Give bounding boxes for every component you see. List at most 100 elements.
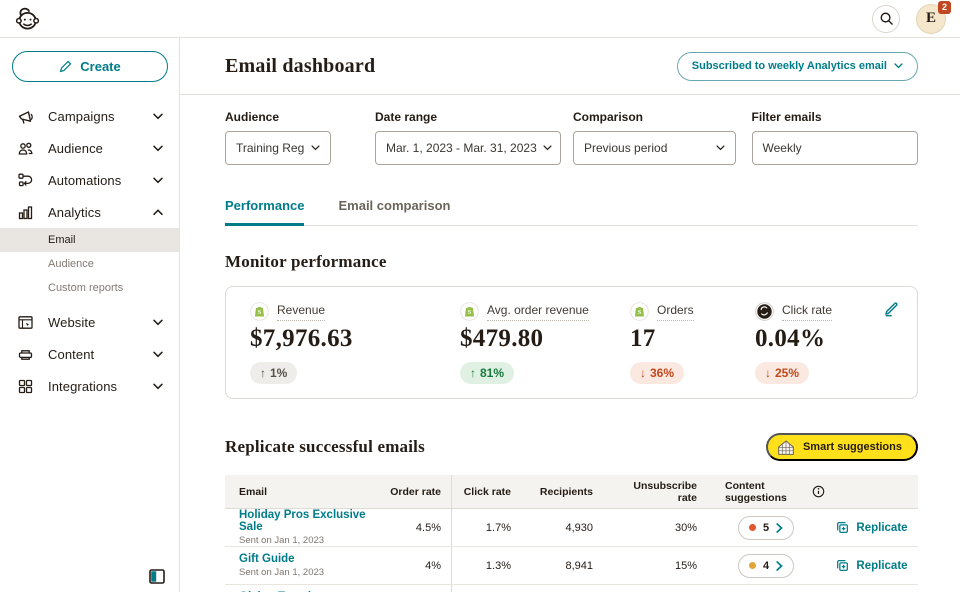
create-label: Create (80, 59, 120, 74)
account-avatar[interactable]: E 2 (916, 4, 946, 34)
email-link[interactable]: Gift Guide (239, 553, 367, 565)
metric-orders: S Orders 17 ↓ 36% (630, 302, 755, 384)
chevron-down-icon (153, 145, 163, 152)
col-unsubscribe-rate: Unsubscribe rate (603, 480, 707, 504)
page-title: Email dashboard (225, 55, 375, 78)
filter-emails-input[interactable]: Weekly (752, 131, 918, 165)
chevron-down-icon (153, 383, 163, 390)
chevron-right-icon (776, 523, 783, 533)
metric-avg-order-change: 81% (480, 366, 504, 380)
col-order-rate: Order rate (377, 486, 451, 498)
filter-date-range: Date range Mar. 1, 2023 - Mar. 31, 2023 (375, 110, 561, 165)
emails-table: Email Order rate Click rate Recipients U… (225, 475, 918, 592)
chevron-down-icon (153, 113, 163, 120)
tab-email-comparison[interactable]: Email comparison (338, 198, 450, 225)
email-sent-date: Sent on Jan 1, 2023 (239, 567, 367, 578)
sidebar-item-analytics[interactable]: Analytics (0, 196, 179, 228)
subscription-dropdown-button[interactable]: Subscribed to weekly Analytics email (677, 52, 918, 81)
filter-emails: Filter emails Weekly (752, 110, 918, 165)
comparison-select[interactable]: Previous period (573, 131, 736, 165)
audience-select-value: Training Registratio... (236, 141, 305, 155)
arrow-down-icon: ↓ (765, 366, 771, 380)
sidebar-item-audience[interactable]: Audience (0, 132, 179, 164)
unsubscribe-rate-value: 15% (603, 560, 707, 572)
metric-avg-order-revenue: S Avg. order revenue $479.80 ↑ 81% (460, 302, 630, 384)
filters-row: Audience Training Registratio... Date ra… (180, 95, 960, 165)
sidebar-item-integrations[interactable]: Integrations (0, 370, 179, 402)
chevron-up-icon (153, 209, 163, 216)
click-rate-value: 1.7% (476, 522, 521, 534)
chevron-down-icon (305, 145, 320, 151)
replicate-button[interactable]: Replicate (825, 520, 918, 535)
search-icon (879, 11, 894, 26)
info-icon[interactable] (812, 485, 825, 498)
chevron-down-icon (894, 63, 903, 69)
suggestion-status-dot (749, 562, 756, 569)
chevron-right-icon (776, 561, 783, 571)
filter-audience-label: Audience (225, 110, 331, 124)
shopify-icon: S (250, 302, 269, 321)
metric-avg-order-change-badge: ↑ 81% (460, 362, 514, 384)
table-row: Holiday Pros Exclusive Sale Sent on Jan … (225, 509, 918, 547)
metric-click-rate-label[interactable]: Click rate (782, 303, 832, 321)
replicate-button[interactable]: Replicate (825, 558, 918, 573)
recipients-value: 8,941 (521, 560, 603, 572)
edit-pencil-icon (882, 299, 901, 318)
replicate-label: Replicate (856, 522, 907, 534)
notification-badge: 2 (938, 1, 951, 14)
suggestions-count: 5 (763, 522, 769, 534)
chevron-down-icon (537, 145, 552, 151)
replicate-label: Replicate (856, 560, 907, 572)
edit-metrics-button[interactable] (882, 299, 901, 318)
browser-icon (16, 313, 34, 331)
sidebar-item-content[interactable]: Content (0, 338, 179, 370)
svg-text:S: S (638, 310, 642, 316)
metric-orders-label[interactable]: Orders (657, 303, 694, 321)
unsubscribe-rate-value: 30% (603, 522, 707, 534)
click-rate-value: 1.3% (476, 560, 521, 572)
copy-plus-icon (835, 520, 850, 535)
audience-select[interactable]: Training Registratio... (225, 131, 331, 165)
replicate-header: Replicate successful emails Smart sugges… (225, 433, 918, 461)
recipients-value: 4,930 (521, 522, 603, 534)
date-range-select[interactable]: Mar. 1, 2023 - Mar. 31, 2023 (375, 131, 561, 165)
megaphone-icon (16, 107, 34, 125)
mailchimp-icon (755, 302, 774, 321)
search-button[interactable] (872, 5, 900, 33)
tab-performance[interactable]: Performance (225, 198, 304, 226)
table-header-row: Email Order rate Click rate Recipients U… (225, 475, 918, 509)
table-row: Giving Tuesday Sent on Jan 1, 2023 2% 0.… (225, 585, 918, 592)
create-button[interactable]: Create (12, 51, 168, 82)
suggestions-pill[interactable]: 4 (738, 554, 794, 578)
sidebar-subitem-email[interactable]: Email (0, 228, 179, 252)
chevron-down-icon (710, 145, 725, 151)
email-link[interactable]: Holiday Pros Exclusive Sale (239, 509, 367, 533)
sidebar-item-campaigns[interactable]: Campaigns (0, 100, 179, 132)
sidebar-item-website[interactable]: Website (0, 306, 179, 338)
filter-date-range-label: Date range (375, 110, 561, 124)
main-content: Email dashboard Subscribed to weekly Ana… (180, 38, 960, 592)
sidebar-item-automations[interactable]: Automations (0, 164, 179, 196)
suggestions-count: 4 (763, 560, 769, 572)
chevron-down-icon (153, 177, 163, 184)
col-click-rate: Click rate (454, 486, 521, 498)
sidebar-subitem-custom-reports[interactable]: Custom reports (0, 276, 179, 300)
mailchimp-logo-icon[interactable] (14, 5, 41, 32)
svg-text:S: S (258, 310, 262, 316)
sidebar-collapse-button[interactable] (149, 569, 165, 584)
bar-chart-icon (16, 203, 34, 221)
metric-click-rate-change: 25% (775, 366, 799, 380)
shopify-icon: S (460, 302, 479, 321)
metric-revenue-change-badge: ↑ 1% (250, 362, 297, 384)
suggestions-pill[interactable]: 5 (738, 516, 794, 540)
shopify-icon: S (630, 302, 649, 321)
metric-avg-order-label[interactable]: Avg. order revenue (487, 303, 589, 321)
smart-suggestions-button[interactable]: Smart suggestions (766, 433, 918, 461)
sidebar-label-content: Content (48, 347, 139, 362)
flow-icon (16, 171, 34, 189)
replicate-heading: Replicate successful emails (225, 437, 425, 457)
metric-revenue-label[interactable]: Revenue (277, 303, 325, 321)
content-icon (16, 345, 34, 363)
sidebar-subitem-audience[interactable]: Audience (0, 252, 179, 276)
filter-emails-label: Filter emails (752, 110, 918, 124)
